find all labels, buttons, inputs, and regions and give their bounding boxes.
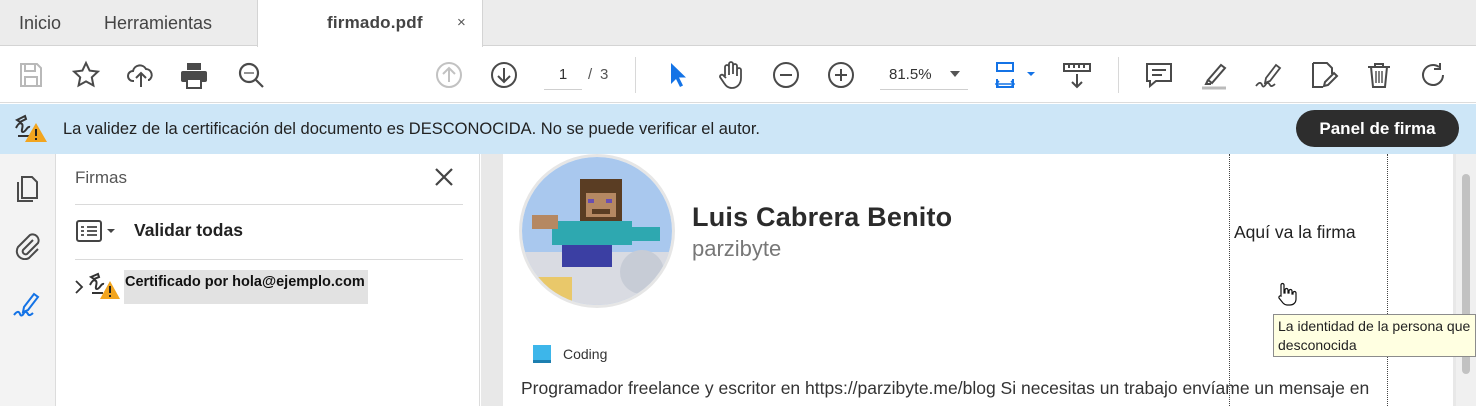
panel-divider: [75, 259, 463, 260]
page-separator: /: [588, 66, 593, 83]
attachment-icon[interactable]: [10, 228, 44, 262]
signature-field[interactable]: Aquí va la firma: [1229, 154, 1388, 406]
upload-cloud-icon[interactable]: [124, 58, 158, 92]
document-viewport: Luis Cabrera Benito parzibyte Coding Pro…: [481, 154, 1476, 406]
measure-icon[interactable]: [1060, 58, 1094, 92]
chevron-right-icon[interactable]: [72, 278, 86, 296]
select-arrow-icon[interactable]: [660, 58, 694, 92]
tooltip-line-2: desconocida: [1278, 337, 1357, 353]
zoom-in-icon[interactable]: [824, 58, 858, 92]
pages-thumbnail-icon[interactable]: [10, 172, 44, 206]
edit-icon[interactable]: [1307, 58, 1341, 92]
bookmark-star-icon[interactable]: [69, 58, 103, 92]
panel-divider: [75, 204, 463, 205]
profile-username: parzibyte: [692, 236, 782, 261]
certificate-item[interactable]: Certificado por hola@ejemplo.com: [70, 270, 370, 304]
vertical-scrollbar[interactable]: [1456, 154, 1476, 406]
zoom-value: 81.5%: [889, 66, 932, 83]
tab-home[interactable]: Inicio: [19, 0, 61, 46]
toolbar-divider: [635, 57, 636, 93]
pdf-page: Luis Cabrera Benito parzibyte Coding Pro…: [503, 154, 1453, 406]
fit-page-icon[interactable]: [990, 58, 1038, 92]
close-panel-icon[interactable]: [432, 165, 456, 189]
list-options-icon[interactable]: [75, 218, 119, 244]
delete-icon[interactable]: [1362, 58, 1396, 92]
close-tab-icon[interactable]: ×: [457, 0, 466, 46]
avatar: [519, 154, 675, 308]
certification-banner: La validez de la certificación del docum…: [0, 104, 1476, 154]
zoom-search-icon[interactable]: [234, 58, 268, 92]
tab-bar: Inicio Herramientas firmado.pdf ×: [0, 0, 1476, 47]
monitor-icon: [533, 345, 551, 363]
certificate-label[interactable]: Certificado por hola@ejemplo.com: [124, 270, 368, 304]
tab-tools[interactable]: Herramientas: [104, 0, 212, 46]
page-down-icon[interactable]: [487, 58, 521, 92]
signature-warning-icon: [88, 272, 120, 299]
highlight-icon[interactable]: [1197, 58, 1231, 92]
zoom-out-icon[interactable]: [769, 58, 803, 92]
tooltip-line-1: La identidad de la persona que: [1278, 318, 1471, 334]
toolbar: 1 / 3 81.5%: [0, 47, 1476, 103]
zoom-select[interactable]: 81.5%: [880, 60, 968, 90]
signature-tooltip: La identidad de la persona que desconoci…: [1273, 314, 1476, 357]
signature-panel-icon[interactable]: [10, 288, 44, 322]
banner-message: La validez de la certificación del docum…: [63, 120, 761, 138]
chevron-down-icon: [950, 71, 960, 77]
profile-name: Luis Cabrera Benito: [692, 202, 953, 232]
comment-icon[interactable]: [1142, 58, 1176, 92]
save-icon[interactable]: [14, 58, 48, 92]
validate-all-button[interactable]: Validar todas: [134, 220, 243, 241]
left-rail: [0, 154, 56, 406]
hand-icon[interactable]: [714, 58, 748, 92]
page-total: 3: [600, 66, 609, 83]
tab-document-label: firmado.pdf: [327, 13, 423, 32]
page-number-input[interactable]: 1: [544, 60, 582, 90]
signatures-panel: Firmas Validar todas Certificado por hol…: [56, 154, 480, 406]
signature-panel-button[interactable]: Panel de firma: [1296, 110, 1459, 147]
print-icon[interactable]: [177, 58, 211, 92]
panel-title: Firmas: [75, 168, 127, 187]
signature-warning-icon: [15, 114, 47, 142]
page-up-icon[interactable]: [432, 58, 466, 92]
hand-pointer-icon: [1278, 282, 1297, 306]
tag-label: Coding: [563, 346, 608, 362]
signature-field-label: Aquí va la firma: [1234, 222, 1356, 242]
toolbar-divider: [1118, 57, 1119, 93]
sign-icon[interactable]: [1252, 58, 1286, 92]
tab-document[interactable]: firmado.pdf ×: [257, 0, 483, 47]
rotate-icon[interactable]: [1416, 58, 1450, 92]
